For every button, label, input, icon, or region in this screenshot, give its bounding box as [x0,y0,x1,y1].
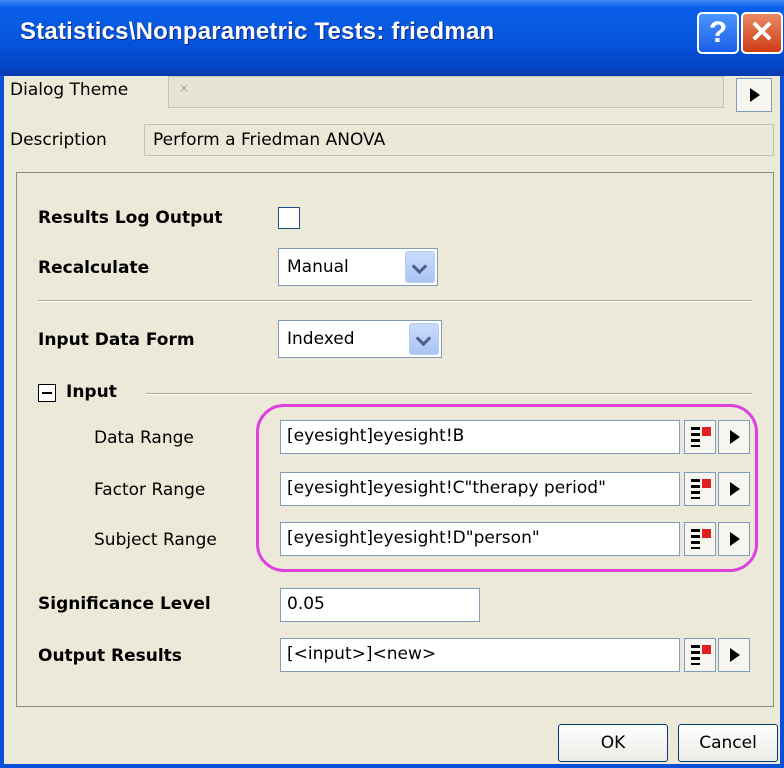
chevron-down-icon[interactable] [405,251,435,283]
output-results-menu-button[interactable] [718,638,750,672]
data-range-picker-icon[interactable] [684,420,716,454]
subject-range-label: Subject Range [94,530,217,550]
description-label: Description [10,130,107,150]
title-bar[interactable]: Statistics\Nonparametric Tests: friedman… [0,0,784,76]
window-border-left [0,76,4,768]
data-range-label: Data Range [94,428,194,448]
chevron-down-icon[interactable] [409,323,439,355]
window-title: Statistics\Nonparametric Tests: friedman [20,18,495,45]
cancel-button[interactable]: Cancel [678,724,778,762]
output-results-label: Output Results [38,646,182,666]
factor-range-menu-button[interactable] [718,472,750,506]
dialog-theme-value: × [179,81,190,95]
significance-level-label: Significance Level [38,594,211,614]
subject-range-field[interactable]: [eyesight]eyesight!D"person" [280,522,680,556]
theme-menu-arrow-button[interactable] [736,78,772,112]
ok-button[interactable]: OK [558,724,668,762]
subject-range-picker-icon[interactable] [684,522,716,556]
window-border-right [780,76,784,768]
data-range-field[interactable]: [eyesight]eyesight!B [280,420,680,454]
collapse-icon[interactable] [38,384,56,402]
description-field: Perform a Friedman ANOVA [144,124,774,156]
subject-range-menu-button[interactable] [718,522,750,556]
data-range-menu-button[interactable] [718,420,750,454]
input-data-form-label: Input Data Form [38,330,195,350]
recalculate-value: Manual [287,257,349,277]
input-data-form-value: Indexed [287,329,355,349]
input-group-line [146,393,752,395]
separator [38,300,752,302]
close-button[interactable]: ✕ [741,12,783,54]
factor-range-field[interactable]: [eyesight]eyesight!C"therapy period" [280,472,680,506]
input-data-form-dropdown[interactable]: Indexed [278,320,442,358]
factor-range-picker-icon[interactable] [684,472,716,506]
output-results-field[interactable]: [<input>]<new> [280,638,680,672]
dialog-theme-field[interactable]: × [168,76,724,108]
output-results-picker-icon[interactable] [684,638,716,672]
window-border-bottom [0,764,784,768]
input-group-label: Input [66,382,117,402]
recalculate-label: Recalculate [38,258,150,278]
significance-level-field[interactable]: 0.05 [280,588,480,622]
results-log-checkbox[interactable] [278,207,300,229]
dialog-theme-label: Dialog Theme [10,80,129,100]
recalculate-dropdown[interactable]: Manual [278,248,438,286]
help-button[interactable]: ? [697,12,739,54]
factor-range-label: Factor Range [94,480,206,500]
results-log-label: Results Log Output [38,208,223,228]
